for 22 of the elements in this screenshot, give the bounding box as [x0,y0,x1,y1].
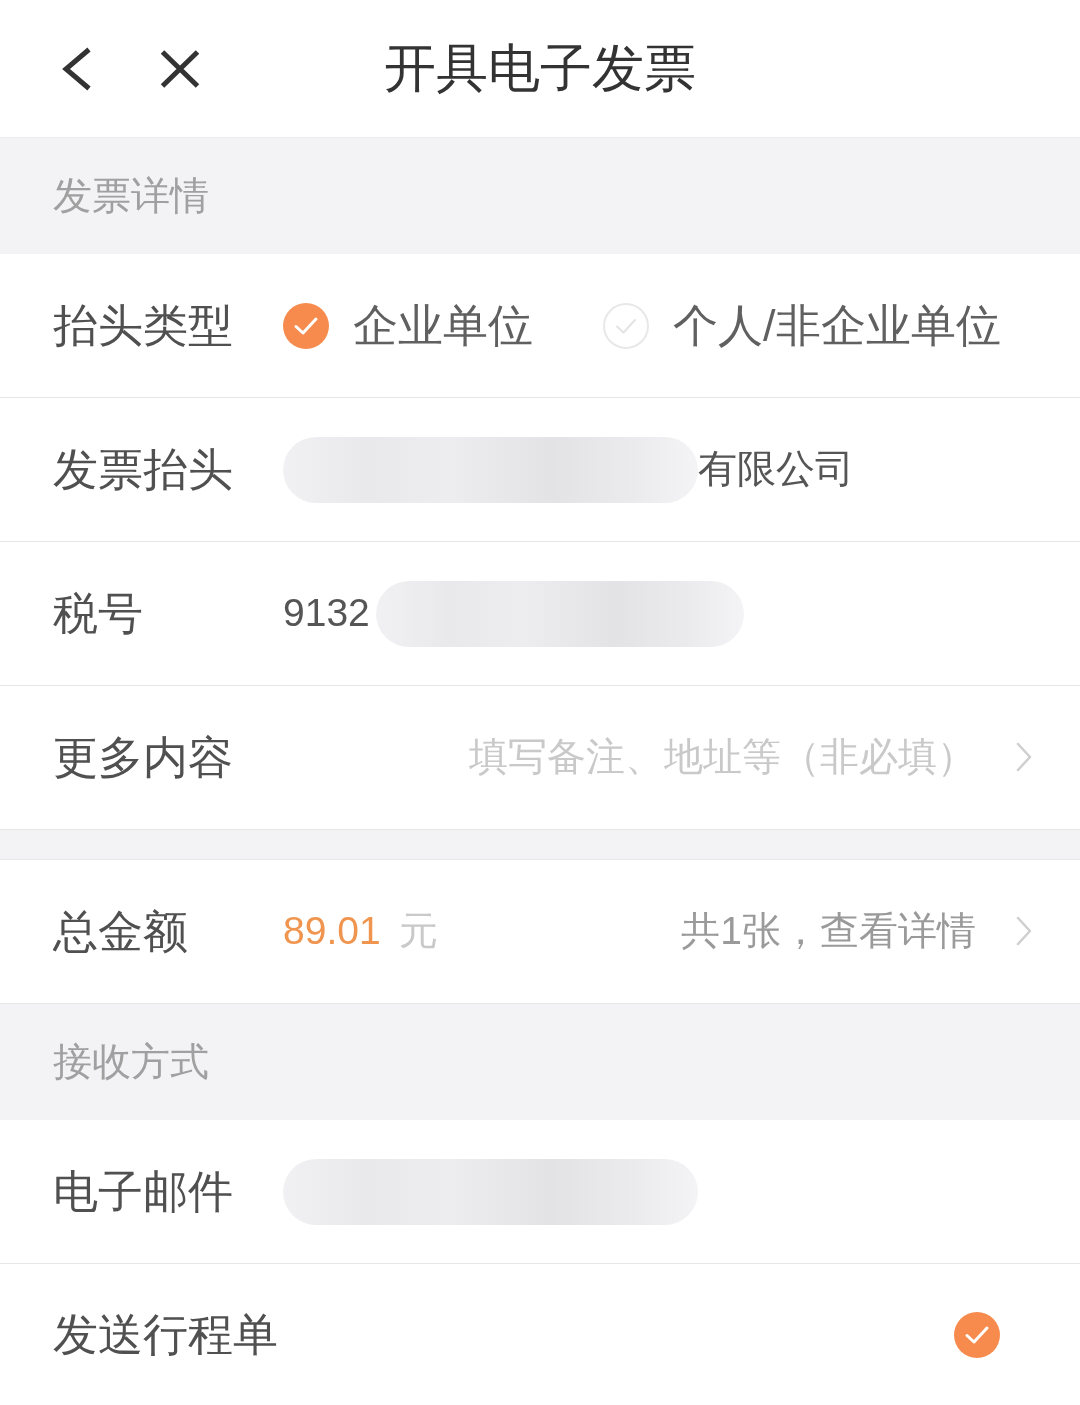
back-icon[interactable] [62,46,92,91]
field-label: 电子邮件 [53,1164,234,1219]
amount-value: 89.01 [283,908,381,955]
page-title: 开具电子发票 [383,38,697,100]
field-value: 9132 [283,590,370,637]
chevron-right-icon [1016,742,1032,773]
chevron-right-icon [1016,916,1032,947]
unchecked-circle-icon[interactable] [603,302,649,349]
radio-option[interactable]: 企业单位 [283,298,533,353]
field-label: 更多内容 [53,730,234,785]
radio-option[interactable]: 个人/非企业单位 [603,298,1001,353]
field-label: 发票抬头 [53,442,234,497]
field-value: 有限公司 [698,446,854,493]
field-label: 抬头类型 [53,298,234,353]
checked-circle-icon[interactable] [283,302,329,349]
close-icon[interactable] [160,49,200,88]
section-heading: 接收方式 [0,1004,1080,1120]
checked-circle-icon[interactable] [954,1311,1000,1358]
field-label: 总金额 [53,904,189,959]
section-heading: 发票详情 [0,138,1080,254]
field-label: 税号 [53,586,144,641]
field-label: 发送行程单 [53,1307,279,1362]
